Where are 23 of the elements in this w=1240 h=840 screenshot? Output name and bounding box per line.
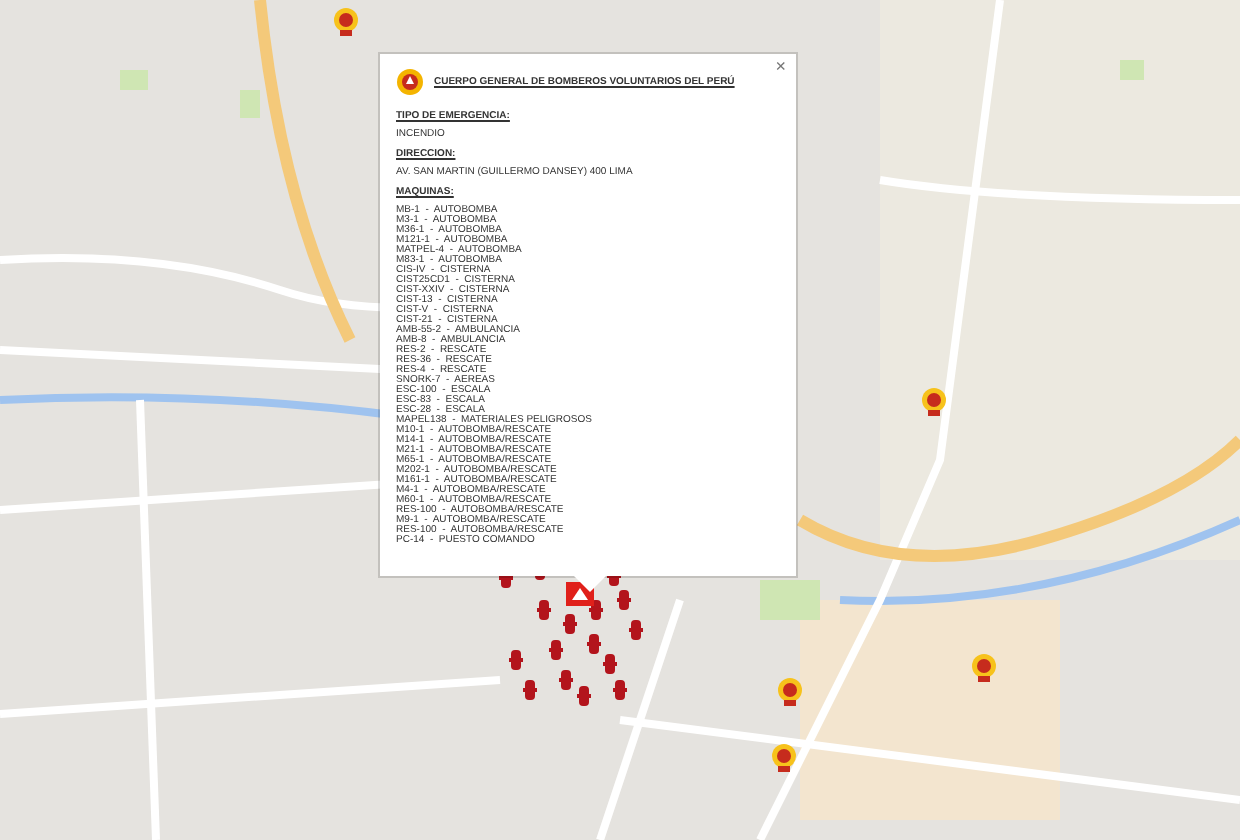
- hydrant-icon[interactable]: [613, 680, 627, 700]
- hydrant-icon[interactable]: [559, 670, 573, 690]
- close-button[interactable]: ×: [775, 58, 786, 76]
- fire-station-marker-icon[interactable]: [334, 8, 358, 36]
- hydrant-icon[interactable]: [587, 634, 601, 654]
- hydrant-icon[interactable]: [537, 600, 551, 620]
- fire-station-marker-icon[interactable]: [772, 744, 796, 772]
- fire-station-marker-icon[interactable]: [972, 654, 996, 682]
- hydrant-icon[interactable]: [617, 590, 631, 610]
- park: [240, 90, 260, 118]
- hydrant-icon[interactable]: [603, 654, 617, 674]
- hydrant-icon[interactable]: [629, 620, 643, 640]
- hydrant-icon[interactable]: [549, 640, 563, 660]
- park: [760, 580, 820, 620]
- fire-station-marker-icon[interactable]: [778, 678, 802, 706]
- fire-department-emblem-icon: [396, 68, 424, 96]
- hydrant-icon[interactable]: [563, 614, 577, 634]
- park: [120, 70, 148, 90]
- fire-station-marker-icon[interactable]: [922, 388, 946, 416]
- hydrant-icon[interactable]: [577, 686, 591, 706]
- park: [1120, 60, 1144, 80]
- hydrant-icon[interactable]: [509, 650, 523, 670]
- hydrant-icon[interactable]: [523, 680, 537, 700]
